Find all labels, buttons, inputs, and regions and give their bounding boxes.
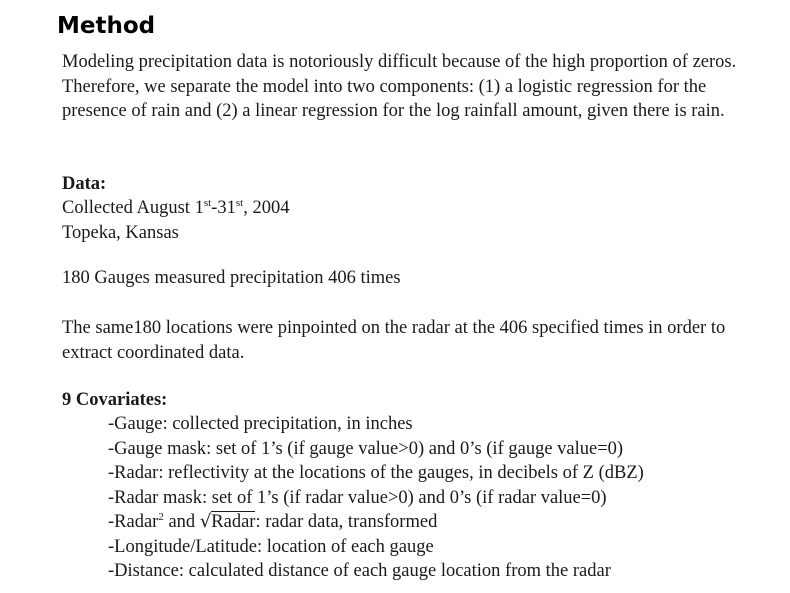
collected-mid: -31 bbox=[211, 198, 236, 218]
collected-dates: Collected August 1st-31st, 2004 bbox=[62, 196, 289, 221]
collected-suffix: , 2004 bbox=[243, 198, 290, 218]
data-heading: Data: bbox=[62, 174, 107, 194]
covariates-heading: 9 Covariates: bbox=[62, 390, 168, 410]
sqrt-radar-term: Radar bbox=[211, 511, 256, 532]
page-title: Method bbox=[57, 13, 156, 39]
collected-prefix: Collected August 1 bbox=[62, 198, 204, 218]
covariate-item: -Gauge: collected precipitation, in inch… bbox=[108, 414, 413, 434]
sqrt-icon: √ bbox=[199, 511, 212, 532]
covariate-item: -Distance: calculated distance of each g… bbox=[108, 561, 611, 581]
intro-paragraph: Modeling precipitation data is notorious… bbox=[62, 52, 737, 121]
data-details: Collected August 1st-31st, 2004 Topeka, … bbox=[62, 196, 289, 245]
covariate-item: -Radar: reflectivity at the locations of… bbox=[108, 463, 644, 483]
covariate-item: -Longitude/Latitude: location of each ga… bbox=[108, 536, 434, 557]
radar-squared-prefix: -Radar bbox=[108, 512, 159, 532]
covariates-list: -Gauge: collected precipitation, in inch… bbox=[108, 412, 644, 584]
slide: Method Modeling precipitation data is no… bbox=[0, 0, 790, 593]
radar-squared-and: and bbox=[163, 512, 200, 532]
covariate-item: -Gauge mask: set of 1’s (if gauge value>… bbox=[108, 438, 624, 459]
covariate-item-radar-transformed: -Radar2 and √Radar: radar data, transfor… bbox=[108, 510, 644, 535]
covariate-item: -Radar mask: set of 1’s (if radar value>… bbox=[108, 487, 607, 508]
locations-paragraph: The same180 locations were pinpointed on… bbox=[62, 318, 726, 363]
collected-location: Topeka, Kansas bbox=[62, 222, 179, 243]
radar-transformed-suffix: : radar data, transformed bbox=[255, 512, 438, 532]
gauges-line: 180 Gauges measured precipitation 406 ti… bbox=[62, 268, 401, 288]
